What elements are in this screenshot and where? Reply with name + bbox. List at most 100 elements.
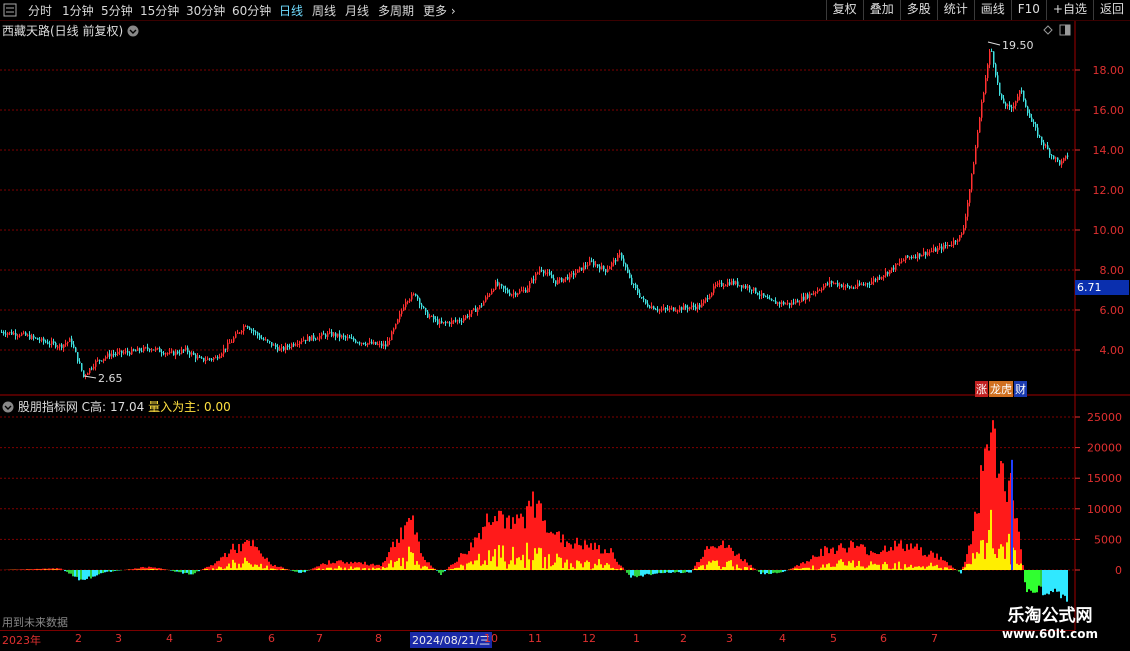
candle-body (363, 343, 365, 344)
fuquan-button[interactable]: 复权 (826, 0, 863, 20)
candle-body (743, 286, 745, 288)
indicator-bar-red (266, 558, 268, 570)
indicator-bar-red (284, 569, 286, 570)
indicator-bar-red (816, 557, 818, 570)
indicator-bar-yellow (394, 562, 396, 570)
indicator-bar-red (262, 557, 264, 570)
candle-body (619, 253, 621, 255)
candle-body (473, 309, 475, 311)
candle-body (615, 260, 617, 261)
candle-body (113, 354, 115, 355)
indicator-bar-red (494, 516, 496, 570)
indicator-bar-yellow (466, 564, 468, 570)
tab-30min[interactable]: 30分钟 (186, 2, 225, 19)
candle-body (737, 281, 739, 285)
month-label: 3 (115, 632, 122, 645)
indicator-bar-red (208, 567, 210, 570)
indicator-bar-yellow (988, 530, 990, 570)
candle-body (311, 335, 313, 340)
indicator-bar-red (572, 549, 574, 570)
indicator-bar-yellow (476, 560, 478, 570)
indicator-bar-yellow (1012, 548, 1014, 570)
indicator-bar-yellow (264, 568, 266, 570)
candle-body (1061, 161, 1063, 164)
candle-body (419, 299, 421, 305)
back-button[interactable]: 返回 (1093, 0, 1130, 20)
badge-finance[interactable]: 财 (1014, 381, 1027, 397)
indicator-bar-red (532, 491, 534, 570)
indicator-bar-red (490, 525, 492, 570)
candle-body (429, 316, 431, 317)
tab-1min[interactable]: 1分钟 (62, 2, 94, 19)
toolbar: 分时 1分钟 5分钟 15分钟 30分钟 60分钟 日线 周线 月线 多周期 更… (0, 0, 1130, 21)
tab-60min[interactable]: 60分钟 (232, 2, 271, 19)
indicator-bar-red (902, 549, 904, 570)
indicator-bar-red (258, 550, 260, 570)
indicator-bar-yellow (230, 568, 232, 570)
indicator-bar-yellow (570, 563, 572, 570)
statistics-button[interactable]: 统计 (937, 0, 974, 20)
high-marker-line (988, 42, 1000, 45)
overlay-button[interactable]: 叠加 (863, 0, 900, 20)
tab-weekly[interactable]: 周线 (312, 2, 336, 19)
draw-line-button[interactable]: 画线 (974, 0, 1011, 20)
indicator-bar-yellow (970, 564, 972, 570)
indicator-title: 股朋指标网 C高: 17.04 量入为主: 0.00 (2, 398, 231, 415)
candle-body (497, 282, 499, 286)
indicator-bar-red (322, 563, 324, 570)
candle-body (965, 217, 967, 228)
tab-15min[interactable]: 15分钟 (140, 2, 179, 19)
tab-fenshi[interactable]: 分时 (28, 2, 52, 19)
candle-body (65, 343, 67, 344)
candle-body (35, 338, 37, 339)
candle-body (907, 256, 909, 258)
menu-toggle[interactable] (0, 0, 22, 20)
candle-body (177, 352, 179, 354)
badge-rise[interactable]: 涨 (975, 381, 988, 397)
indicator-bar-yellow (838, 560, 840, 570)
tab-more[interactable]: 更多 › (423, 2, 456, 19)
candle-body (381, 344, 383, 346)
indicator-bar-yellow (934, 566, 936, 570)
tab-monthly[interactable]: 月线 (345, 2, 369, 19)
indicator-bar-red (26, 569, 28, 570)
indicator-bar-negative (630, 570, 632, 578)
indicator-bar-negative (64, 570, 66, 571)
indicator-bar-red (146, 568, 148, 570)
indicator-bar-negative (684, 570, 686, 573)
indicator-bar-yellow (606, 563, 608, 570)
candle-body (709, 296, 711, 299)
candle-body (87, 373, 89, 375)
multi-stock-button[interactable]: 多股 (900, 0, 937, 20)
tab-multi-period[interactable]: 多周期 (378, 2, 414, 19)
candle-body (369, 342, 371, 343)
indicator-bar-red (828, 553, 830, 570)
indicator-bar-yellow (600, 564, 602, 570)
candle-body (855, 287, 857, 288)
chevron-down-icon[interactable] (2, 401, 14, 413)
candle-body (281, 347, 283, 348)
add-watchlist-button[interactable]: +自选 (1046, 0, 1093, 20)
candle-body (479, 305, 481, 308)
indicator-bar-yellow (848, 561, 850, 570)
indicator-bar-red (1006, 502, 1008, 570)
tab-5min[interactable]: 5分钟 (101, 2, 133, 19)
f10-button[interactable]: F10 (1011, 0, 1046, 20)
candle-body (405, 302, 407, 307)
indicator-bar-red (710, 546, 712, 570)
chevron-down-icon[interactable] (127, 25, 139, 37)
badge-dragon-tiger[interactable]: 龙虎 (989, 381, 1013, 397)
indicator-bar-yellow (978, 554, 980, 570)
candle-body (835, 283, 837, 284)
indicator-bar-red (474, 537, 476, 570)
indicator-bar-red (128, 569, 130, 570)
candle-body (675, 311, 677, 312)
indicator-bar-yellow (514, 565, 516, 570)
indicator-bar-yellow (380, 569, 382, 570)
tab-daily[interactable]: 日线 (279, 2, 303, 19)
indicator-bar-negative (1062, 570, 1064, 595)
indicator-bar-red (522, 517, 524, 570)
indicator-bar-negative (296, 570, 298, 572)
candle-body (787, 303, 789, 304)
candle-body (19, 335, 21, 336)
